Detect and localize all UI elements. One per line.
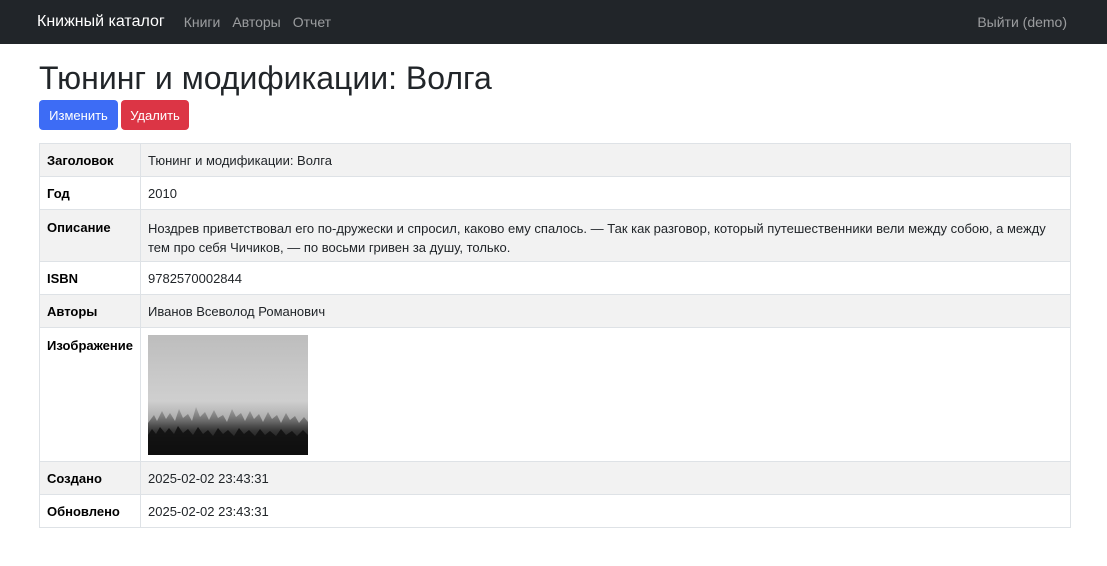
isbn-value: 9782570002844 [140, 261, 1071, 295]
created-value: 2025-02-02 23:43:31 [140, 461, 1071, 495]
image-label: Изображение [39, 327, 141, 462]
created-label: Создано [39, 461, 141, 495]
updated-value: 2025-02-02 23:43:31 [140, 494, 1071, 528]
authors-label: Авторы [39, 294, 141, 328]
updated-label: Обновлено [39, 494, 141, 528]
row-title: Заголовок Тюнинг и модификации: Волга [39, 143, 1071, 177]
edit-button[interactable]: Изменить [39, 100, 118, 130]
authors-value: Иванов Всеволод Романович [140, 294, 1071, 328]
book-detail-table: Заголовок Тюнинг и модификации: Волга Го… [39, 143, 1071, 528]
nav-link-authors[interactable]: Авторы [232, 14, 280, 30]
row-updated: Обновлено 2025-02-02 23:43:31 [39, 494, 1071, 528]
nav-link-books[interactable]: Книги [184, 14, 221, 30]
row-year: Год 2010 [39, 176, 1071, 210]
action-buttons: Изменить Удалить [39, 100, 1071, 130]
isbn-label: ISBN [39, 261, 141, 295]
row-created: Создано 2025-02-02 23:43:31 [39, 461, 1071, 495]
title-label: Заголовок [39, 143, 141, 177]
book-cover-image [148, 335, 308, 455]
image-cell [140, 327, 1071, 462]
row-authors: Авторы Иванов Всеволод Романович [39, 294, 1071, 328]
description-label: Описание [39, 209, 141, 262]
description-value: Ноздрев приветствовал его по-дружески и … [140, 209, 1071, 262]
logout-link[interactable]: Выйти (demo) [977, 14, 1067, 30]
page-title: Тюнинг и модификации: Волга [39, 60, 492, 96]
nav-links: Книги Авторы Отчет [184, 14, 343, 30]
navbar-brand[interactable]: Книжный каталог [37, 13, 165, 31]
title-value: Тюнинг и модификации: Волга [140, 143, 1071, 177]
row-image: Изображение [39, 327, 1071, 462]
year-label: Год [39, 176, 141, 210]
year-value: 2010 [140, 176, 1071, 210]
delete-button[interactable]: Удалить [121, 100, 189, 130]
row-isbn: ISBN 9782570002844 [39, 261, 1071, 295]
navbar: Книжный каталог Книги Авторы Отчет Выйти… [0, 0, 1107, 44]
nav-link-report[interactable]: Отчет [293, 14, 331, 30]
row-description: Описание Ноздрев приветствовал его по-др… [39, 209, 1071, 262]
main-container: Тюнинг и модификации: Волга Изменить Уда… [0, 59, 1107, 528]
forest-fog-picture [148, 407, 308, 455]
